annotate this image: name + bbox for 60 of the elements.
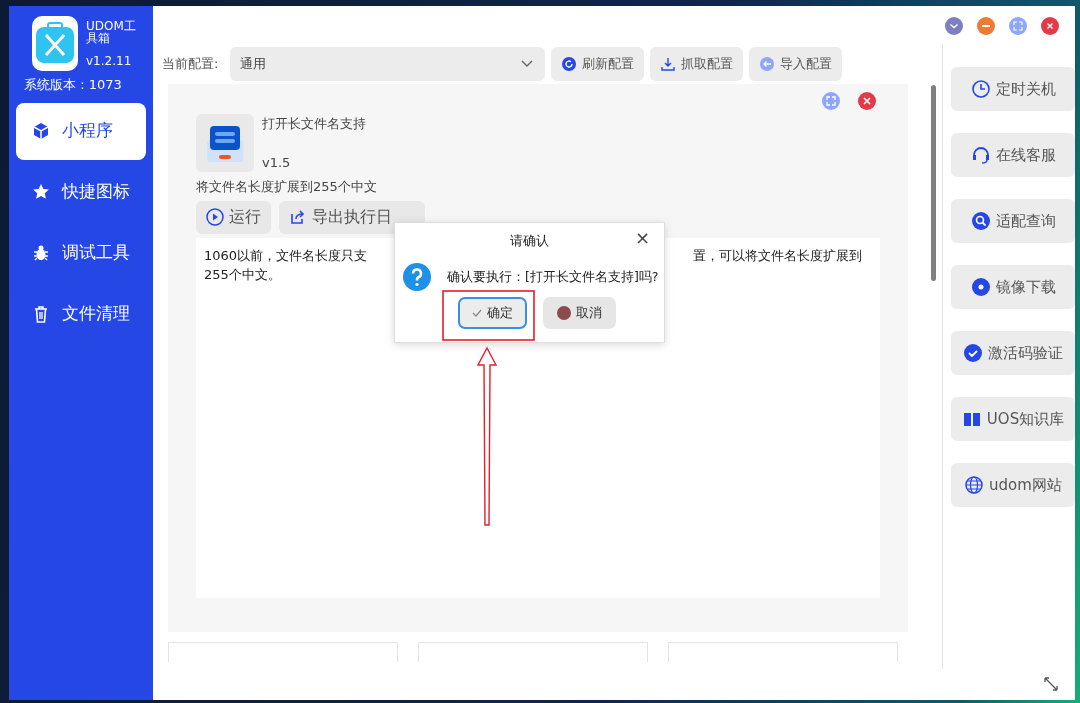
refresh-icon bbox=[561, 56, 578, 72]
program-button[interactable]: 运行 bbox=[196, 200, 271, 234]
quick-action-button[interactable]: 在线客服 bbox=[951, 133, 1075, 177]
play-icon bbox=[206, 208, 224, 226]
dialog-title: 请确认 bbox=[510, 232, 549, 251]
config-select[interactable]: 通用 bbox=[230, 47, 546, 81]
resize-icon[interactable] bbox=[1043, 676, 1059, 692]
check-circle-icon bbox=[963, 343, 983, 363]
close-button[interactable]: × bbox=[634, 229, 650, 247]
sidebar-item[interactable]: 小程序 bbox=[16, 102, 146, 160]
cube-icon bbox=[32, 122, 50, 140]
quick-action-button[interactable]: 适配查询 bbox=[951, 199, 1075, 243]
sidebar-item[interactable]: 文件清理 bbox=[16, 285, 146, 343]
app-name: UDOM工具箱 bbox=[86, 20, 137, 44]
clock-icon bbox=[970, 79, 991, 99]
app-logo bbox=[32, 16, 78, 71]
program-button[interactable]: 导出执行日 bbox=[279, 200, 425, 234]
body-text: 置，可以将文件名长度扩展到 bbox=[693, 246, 862, 265]
quick-action-button[interactable]: udom网站 bbox=[951, 463, 1075, 507]
export-icon bbox=[289, 208, 307, 226]
scrollbar[interactable] bbox=[931, 85, 936, 281]
close-icon[interactable] bbox=[1041, 17, 1059, 35]
config-button[interactable]: 刷新配置 bbox=[551, 47, 645, 81]
search-icon bbox=[970, 211, 991, 231]
program-icon bbox=[196, 114, 254, 172]
sidebar-item[interactable]: 调试工具 bbox=[16, 224, 146, 282]
fullscreen-icon[interactable] bbox=[822, 92, 840, 110]
confirm-button[interactable]: 确定 bbox=[458, 297, 527, 329]
disc-icon bbox=[970, 277, 991, 297]
maximize-icon[interactable] bbox=[1009, 17, 1027, 35]
program-title: 打开长文件名支持 bbox=[262, 115, 366, 133]
minimize-icon[interactable] bbox=[977, 17, 995, 35]
quick-action-button[interactable]: 定时关机 bbox=[951, 67, 1075, 111]
chevron-icon bbox=[521, 60, 534, 68]
program-description: 将文件名长度扩展到255个中文 bbox=[196, 178, 378, 196]
config-label: 当前配置: bbox=[162, 55, 219, 74]
dot-icon bbox=[557, 306, 571, 320]
star-icon bbox=[32, 183, 50, 201]
app-version: v1.2.11 bbox=[86, 55, 133, 67]
quick-action-button[interactable]: 镜像下载 bbox=[951, 265, 1075, 309]
config-button[interactable]: 导入配置 bbox=[749, 47, 843, 81]
dialog-message: 确认要执行：[打开长文件名支持]吗? bbox=[447, 267, 659, 286]
sidebar-item[interactable]: 快捷图标 bbox=[16, 163, 146, 221]
quick-action-button[interactable]: 激活码验证 bbox=[951, 331, 1075, 375]
config-button[interactable]: 抓取配置 bbox=[650, 47, 744, 81]
body-text: 255个中文。 bbox=[204, 267, 281, 282]
download-icon bbox=[660, 56, 677, 72]
program-version: v1.5 bbox=[262, 153, 292, 172]
quick-action-button[interactable]: UOS知识库 bbox=[951, 397, 1075, 441]
bug-icon bbox=[32, 244, 50, 262]
system-version: 系统版本 : 1073 bbox=[23, 76, 123, 94]
question-icon bbox=[403, 263, 431, 291]
cancel-button[interactable]: 取消 bbox=[543, 297, 616, 329]
trash-icon bbox=[32, 305, 50, 323]
globe-icon bbox=[964, 475, 985, 495]
body-text: 1060以前，文件名长度只支 bbox=[204, 246, 368, 265]
headset-icon bbox=[970, 145, 991, 165]
check-icon bbox=[472, 309, 482, 317]
dropdown-icon[interactable] bbox=[945, 17, 963, 35]
close-icon[interactable] bbox=[858, 92, 876, 110]
